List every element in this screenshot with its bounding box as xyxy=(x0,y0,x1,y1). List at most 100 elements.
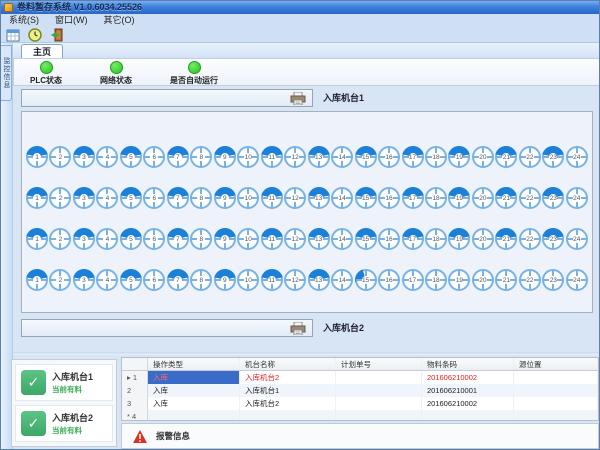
dial-slot-2[interactable]: 2 xyxy=(49,146,71,168)
dial-slot-16[interactable]: 16 xyxy=(378,269,400,291)
dial-slot-23[interactable]: 23 xyxy=(542,187,564,209)
table-cell[interactable] xyxy=(514,410,598,421)
dial-slot-9[interactable]: 9 xyxy=(214,187,236,209)
table-row-2[interactable]: 2入库入库机台1201606210001 xyxy=(122,384,598,397)
dial-slot-5[interactable]: 5 xyxy=(120,146,142,168)
dial-slot-24[interactable]: 24 xyxy=(566,146,588,168)
dial-slot-20[interactable]: 20 xyxy=(472,187,494,209)
dial-slot-23[interactable]: 23 xyxy=(542,146,564,168)
dial-slot-15[interactable]: 15 xyxy=(355,228,377,250)
dial-slot-11[interactable]: 11 xyxy=(261,228,283,250)
table-cell[interactable]: 201606210002 xyxy=(422,397,514,410)
dial-slot-16[interactable]: 16 xyxy=(378,146,400,168)
dial-slot-3[interactable]: 3 xyxy=(73,228,95,250)
dial-slot-7[interactable]: 7 xyxy=(167,187,189,209)
table-cell[interactable] xyxy=(514,384,598,397)
dial-slot-4[interactable]: 4 xyxy=(96,269,118,291)
side-tab-monitor[interactable]: 监控信息 xyxy=(1,45,12,101)
dial-slot-21[interactable]: 21 xyxy=(495,146,517,168)
dial-slot-4[interactable]: 4 xyxy=(96,146,118,168)
dial-slot-17[interactable]: 17 xyxy=(402,187,424,209)
dial-slot-1[interactable]: 1 xyxy=(26,146,48,168)
dial-slot-23[interactable]: 23 xyxy=(542,228,564,250)
exit-door-icon[interactable] xyxy=(49,28,64,42)
dial-slot-4[interactable]: 4 xyxy=(96,187,118,209)
dial-slot-6[interactable]: 6 xyxy=(143,269,165,291)
dial-slot-10[interactable]: 10 xyxy=(237,228,259,250)
dial-slot-17[interactable]: 17 xyxy=(402,269,424,291)
dial-slot-21[interactable]: 21 xyxy=(495,228,517,250)
dial-slot-3[interactable]: 3 xyxy=(73,146,95,168)
tab-home[interactable]: 主页 xyxy=(21,44,63,58)
dial-slot-16[interactable]: 16 xyxy=(378,187,400,209)
dial-slot-10[interactable]: 10 xyxy=(237,269,259,291)
dial-slot-8[interactable]: 8 xyxy=(190,228,212,250)
table-cell[interactable] xyxy=(240,410,336,421)
dial-slot-3[interactable]: 3 xyxy=(73,269,95,291)
dial-slot-8[interactable]: 8 xyxy=(190,187,212,209)
dial-slot-19[interactable]: 19 xyxy=(448,146,470,168)
dial-slot-22[interactable]: 22 xyxy=(519,146,541,168)
dial-slot-11[interactable]: 11 xyxy=(261,187,283,209)
table-cell[interactable]: 入库 xyxy=(148,384,240,397)
dial-slot-9[interactable]: 9 xyxy=(214,146,236,168)
table-cell[interactable]: 201606210002 xyxy=(422,371,514,384)
horizontal-splitter[interactable] xyxy=(13,352,600,355)
dial-slot-5[interactable]: 5 xyxy=(120,269,142,291)
dial-slot-23[interactable]: 23 xyxy=(542,269,564,291)
table-cell[interactable]: 入库机台2 xyxy=(240,397,336,410)
dial-slot-12[interactable]: 12 xyxy=(284,269,306,291)
dial-slot-12[interactable]: 12 xyxy=(284,187,306,209)
dial-slot-6[interactable]: 6 xyxy=(143,228,165,250)
dial-slot-2[interactable]: 2 xyxy=(49,269,71,291)
dial-slot-15[interactable]: 15 xyxy=(355,269,377,291)
dial-slot-21[interactable]: 21 xyxy=(495,269,517,291)
calendar-icon[interactable] xyxy=(5,28,20,42)
dial-slot-17[interactable]: 17 xyxy=(402,146,424,168)
dial-slot-13[interactable]: 13 xyxy=(308,269,330,291)
dial-slot-16[interactable]: 16 xyxy=(378,228,400,250)
table-cell[interactable] xyxy=(514,371,598,384)
dial-slot-19[interactable]: 19 xyxy=(448,269,470,291)
dial-slot-24[interactable]: 24 xyxy=(566,187,588,209)
dial-slot-1[interactable]: 1 xyxy=(26,228,48,250)
station-card-machine1[interactable]: ✓ 入库机台1 当前有料 xyxy=(15,364,113,401)
dial-slot-7[interactable]: 7 xyxy=(167,146,189,168)
dial-slot-10[interactable]: 10 xyxy=(237,146,259,168)
dial-slot-13[interactable]: 13 xyxy=(308,187,330,209)
dial-slot-19[interactable]: 19 xyxy=(448,187,470,209)
dial-slot-1[interactable]: 1 xyxy=(26,187,48,209)
dial-slot-11[interactable]: 11 xyxy=(261,146,283,168)
table-cell[interactable] xyxy=(336,371,422,384)
dial-slot-2[interactable]: 2 xyxy=(49,187,71,209)
dial-slot-8[interactable]: 8 xyxy=(190,146,212,168)
table-cell[interactable]: 入库 xyxy=(148,371,240,384)
station-card-machine2[interactable]: ✓ 入库机台2 当前有料 xyxy=(15,405,113,442)
dial-slot-13[interactable]: 13 xyxy=(308,146,330,168)
machine2-print-button[interactable] xyxy=(21,319,313,337)
table-cell[interactable]: 201606210001 xyxy=(422,384,514,397)
dial-slot-9[interactable]: 9 xyxy=(214,228,236,250)
table-cell[interactable] xyxy=(514,397,598,410)
table-cell[interactable] xyxy=(336,410,422,421)
table-cell[interactable] xyxy=(336,384,422,397)
dial-slot-14[interactable]: 14 xyxy=(331,269,353,291)
menu-other[interactable]: 其它(O) xyxy=(96,14,143,27)
dial-slot-1[interactable]: 1 xyxy=(26,269,48,291)
dial-slot-3[interactable]: 3 xyxy=(73,187,95,209)
table-row-1[interactable]: ▸ 1入库入库机台2201606210002 xyxy=(122,371,598,384)
machine1-print-button[interactable] xyxy=(21,89,313,107)
dial-slot-18[interactable]: 18 xyxy=(425,187,447,209)
dial-slot-17[interactable]: 17 xyxy=(402,228,424,250)
dial-slot-20[interactable]: 20 xyxy=(472,146,494,168)
dial-slot-15[interactable]: 15 xyxy=(355,146,377,168)
dial-slot-10[interactable]: 10 xyxy=(237,187,259,209)
dial-slot-11[interactable]: 11 xyxy=(261,269,283,291)
dial-slot-22[interactable]: 22 xyxy=(519,228,541,250)
dial-slot-7[interactable]: 7 xyxy=(167,228,189,250)
clock-icon[interactable] xyxy=(27,28,42,42)
dial-slot-8[interactable]: 8 xyxy=(190,269,212,291)
dial-slot-20[interactable]: 20 xyxy=(472,269,494,291)
dial-slot-12[interactable]: 12 xyxy=(284,146,306,168)
dial-slot-12[interactable]: 12 xyxy=(284,228,306,250)
